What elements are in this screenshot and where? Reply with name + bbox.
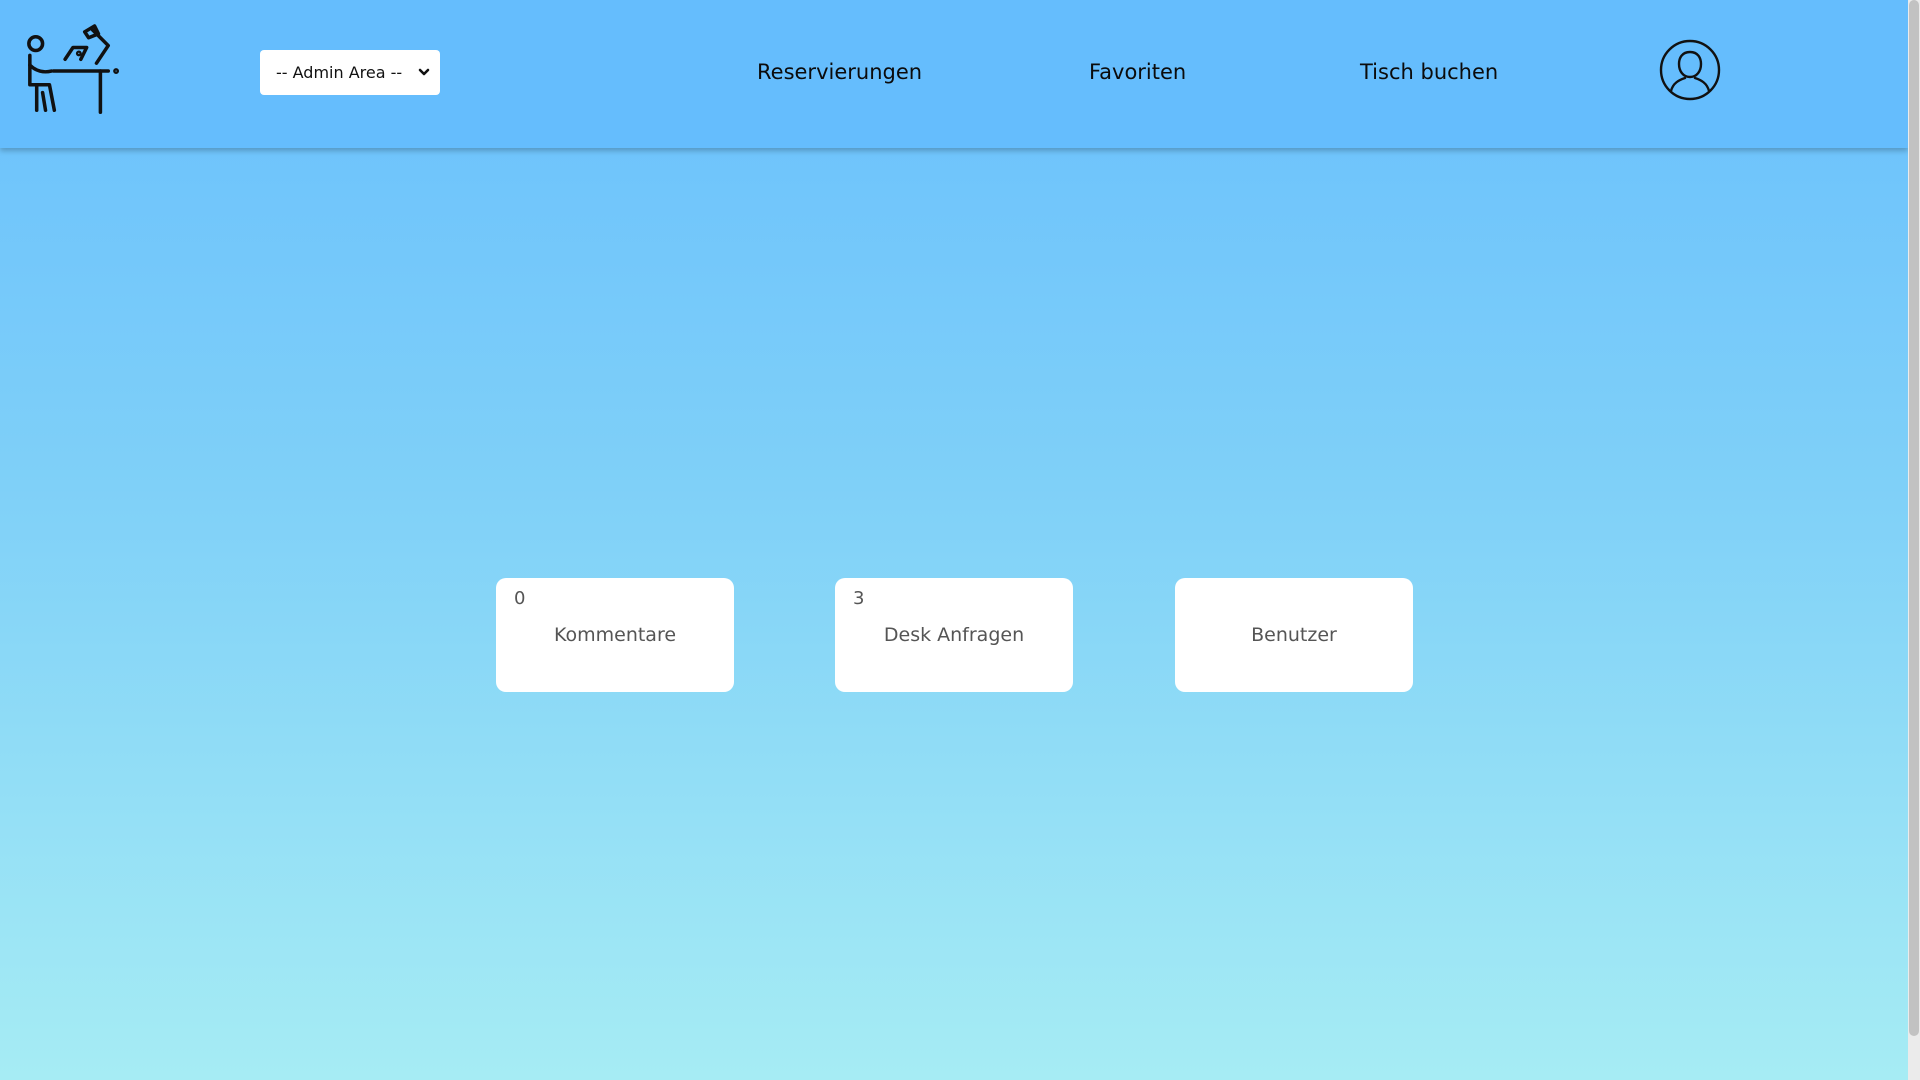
desk-requests-label: Desk Anfragen — [883, 624, 1025, 646]
comments-label: Kommentare — [553, 624, 677, 646]
page-scrollbar[interactable] — [1908, 0, 1920, 1080]
desk-requests-card[interactable]: 3 Desk Anfragen — [835, 578, 1073, 692]
scrollbar-thumb[interactable] — [1909, 0, 1919, 1036]
admin-area-select[interactable]: -- Admin Area -- — [260, 50, 440, 95]
users-label: Benutzer — [1251, 624, 1337, 646]
nav-link-favorites[interactable]: Favoriten — [1089, 58, 1186, 86]
nav-link-reservations[interactable]: Reservierungen — [757, 58, 922, 86]
comments-card[interactable]: 0 Kommentare — [496, 578, 734, 692]
chevron-down-icon — [418, 68, 430, 76]
desk-requests-count: 3 — [853, 588, 865, 609]
desk-worker-icon[interactable] — [22, 24, 120, 122]
user-circle-icon[interactable] — [1658, 38, 1722, 102]
users-card[interactable]: Benutzer — [1175, 578, 1413, 692]
top-navigation-bar: -- Admin Area -- Reservierungen Favorite… — [0, 0, 1908, 148]
admin-area-select-value: -- Admin Area -- — [276, 63, 403, 82]
comments-count: 0 — [514, 588, 526, 609]
nav-link-book-desk[interactable]: Tisch buchen — [1360, 58, 1498, 86]
